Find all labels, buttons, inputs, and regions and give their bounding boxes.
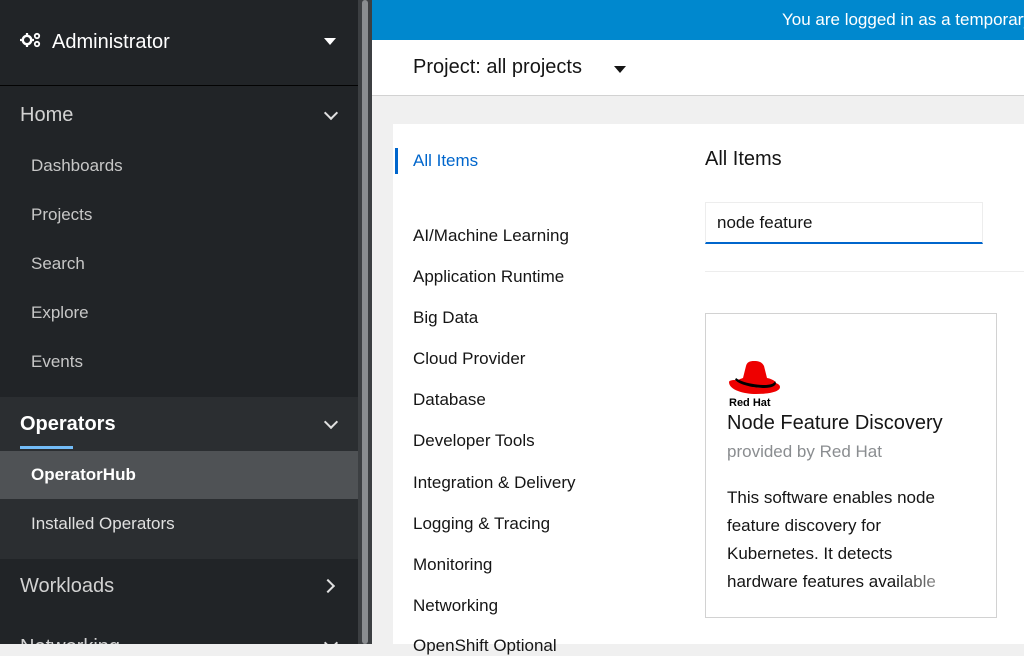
nav-item-projects[interactable]: Projects — [0, 191, 358, 239]
nav-item-label: Explore — [31, 303, 89, 322]
sidebar-scrollbar[interactable] — [358, 0, 372, 644]
nav-item-search[interactable]: Search — [0, 240, 358, 288]
nav-section-operators[interactable]: Operators — [0, 401, 358, 447]
active-section-indicator — [20, 446, 73, 449]
chevron-down-icon — [323, 635, 339, 644]
nav-section-label: Home — [20, 103, 74, 126]
chevron-down-icon — [323, 414, 339, 430]
nav-section-home[interactable]: Home — [0, 92, 358, 138]
category-developer-tools[interactable]: Developer Tools — [413, 431, 535, 451]
category-big-data[interactable]: Big Data — [413, 308, 478, 328]
category-cloud-provider[interactable]: Cloud Provider — [413, 349, 525, 369]
tile-title: Node Feature Discovery — [727, 412, 943, 434]
nav-item-operatorhub[interactable]: OperatorHub — [0, 451, 358, 499]
chevron-down-icon — [323, 105, 339, 121]
nav-item-label: Dashboards — [31, 156, 123, 175]
scrollbar-thumb[interactable] — [362, 0, 368, 644]
redhat-logo: Red Hat — [726, 352, 784, 410]
gears-icon — [20, 31, 42, 54]
nav-item-explore[interactable]: Explore — [0, 289, 358, 337]
perspective-label: Administrator — [52, 31, 170, 53]
toolbar-divider — [705, 271, 1024, 272]
notification-banner: You are logged in as a temporary adminis… — [372, 0, 1024, 40]
category-application-runtime[interactable]: Application Runtime — [413, 267, 564, 287]
perspective-switcher[interactable]: Administrator — [0, 0, 358, 86]
description-fade — [896, 568, 976, 596]
operator-tile-node-feature-discovery[interactable]: Red Hat Node Feature Discovery provided … — [705, 313, 997, 618]
nav-section-workloads[interactable]: Workloads — [0, 563, 358, 609]
category-all-items[interactable]: All Items — [413, 151, 478, 171]
project-label: Project: all projects — [413, 56, 582, 78]
filter-input[interactable] — [705, 202, 983, 244]
category-integration-delivery[interactable]: Integration & Delivery — [413, 473, 576, 493]
nav-item-installed-operators[interactable]: Installed Operators — [0, 500, 358, 548]
chevron-right-icon — [320, 578, 336, 594]
nav-sidebar: Administrator Home Dashboards Projects S… — [0, 0, 358, 644]
nav-section-label: Operators — [20, 412, 116, 435]
category-logging-tracing[interactable]: Logging & Tracing — [413, 514, 550, 534]
project-dropdown[interactable]: Project: all projects — [413, 56, 626, 79]
category-database[interactable]: Database — [413, 390, 486, 410]
nav-item-label: OperatorHub — [31, 465, 136, 484]
nav-item-dashboards[interactable]: Dashboards — [0, 142, 358, 190]
catalog-heading: All Items — [705, 148, 782, 170]
caret-down-icon — [613, 66, 626, 73]
category-monitoring[interactable]: Monitoring — [413, 555, 492, 575]
logo-text: Red Hat — [729, 397, 771, 409]
nav-item-label: Projects — [31, 205, 93, 224]
nav-item-label: Installed Operators — [31, 514, 175, 533]
nav-item-label: Events — [31, 352, 83, 371]
nav-section-label: Workloads — [20, 574, 115, 597]
category-openshift-optional[interactable]: OpenShift Optional — [413, 636, 557, 656]
nav-item-events[interactable]: Events — [0, 338, 358, 386]
nav-section-networking[interactable]: Networking — [0, 624, 358, 644]
tile-provider: provided by Red Hat — [727, 442, 882, 461]
project-bar: Project: all projects — [372, 40, 1024, 96]
nav-item-label: Search — [31, 254, 85, 273]
caret-down-icon — [324, 38, 336, 45]
nav-section-label: Networking — [20, 636, 120, 645]
banner-text: You are logged in as a temporary adminis… — [782, 10, 1024, 29]
category-ai-machine-learning[interactable]: AI/Machine Learning — [413, 226, 569, 246]
category-networking[interactable]: Networking — [413, 596, 498, 616]
active-category-indicator — [395, 148, 398, 174]
